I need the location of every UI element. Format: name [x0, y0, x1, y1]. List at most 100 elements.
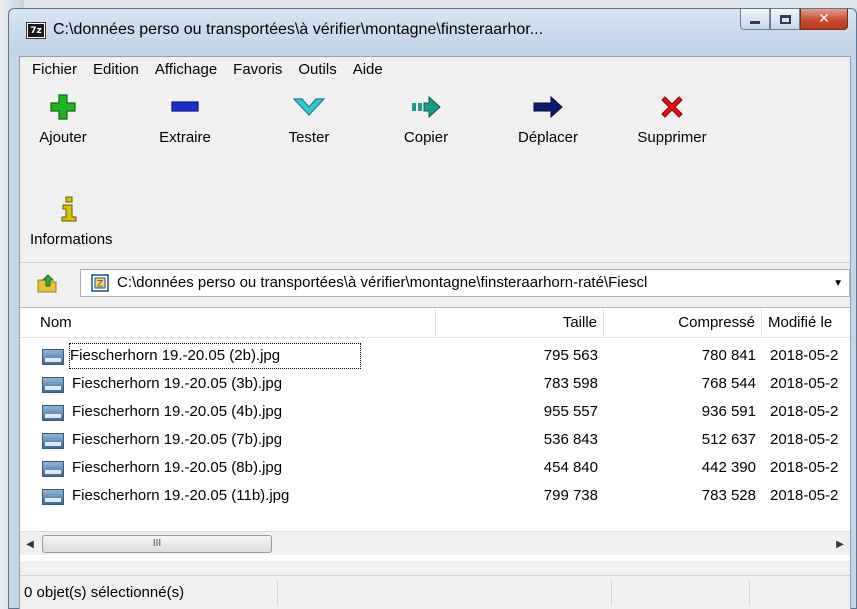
dropdown-arrow-icon[interactable]: ▼: [833, 278, 843, 289]
scrollbar-thumb[interactable]: III: [42, 535, 272, 553]
scroll-right-icon[interactable]: ▶: [830, 534, 850, 554]
parent-folder-button[interactable]: [36, 272, 58, 294]
path-combobox[interactable]: Z C:\données perso ou transportées\à vér…: [80, 269, 850, 297]
menu-affichage[interactable]: Affichage: [147, 57, 225, 83]
window-controls: ✕: [740, 9, 848, 31]
scroll-left-icon[interactable]: ◀: [20, 534, 40, 554]
app-7z-icon[interactable]: 7z: [26, 22, 46, 39]
minimize-button[interactable]: [740, 9, 770, 30]
window-title: C:\données perso ou transportées\à vérif…: [53, 21, 544, 38]
column-header-name[interactable]: Nom: [20, 308, 436, 338]
image-file-icon: [42, 433, 64, 449]
folder-up-icon: [37, 274, 57, 293]
file-size: 795 563: [543, 347, 598, 364]
svg-text:Z: Z: [97, 280, 103, 290]
add-label: Ajouter: [39, 129, 87, 146]
maximize-icon: [779, 14, 791, 24]
info-label: Informations: [30, 231, 113, 248]
title-bar[interactable]: 7z C:\données perso ou transportées\à vé…: [9, 9, 856, 55]
horizontal-scrollbar[interactable]: ◀ III ▶: [20, 531, 850, 555]
test-button[interactable]: Tester: [254, 90, 364, 146]
maximize-button[interactable]: [770, 9, 800, 30]
column-header-modified[interactable]: Modifié le: [762, 308, 852, 338]
column-header-size[interactable]: Taille: [436, 308, 604, 338]
test-label: Tester: [288, 129, 330, 146]
file-name: Fiescherhorn 19.-20.05 (11b).jpg: [72, 487, 290, 504]
toolbar: Ajouter Extraire Tester Copier Déplacer …: [20, 84, 850, 286]
file-name: Fiescherhorn 19.-20.05 (7b).jpg: [72, 431, 283, 448]
archive-path-icon: Z: [91, 274, 109, 292]
status-bar: 0 objet(s) sélectionné(s): [20, 575, 850, 609]
move-label: Déplacer: [517, 129, 579, 146]
close-icon: ✕: [818, 11, 830, 27]
file-packed: 768 544: [701, 375, 756, 392]
file-packed: 780 841: [701, 347, 756, 364]
desktop-background-top: [0, 0, 857, 8]
menu-favoris[interactable]: Favoris: [225, 57, 290, 83]
file-modified: 2018-05-2: [770, 431, 839, 448]
move-arrow-icon: [493, 90, 603, 124]
file-packed: 783 528: [701, 487, 756, 504]
client-area: Fichier Edition Affichage Favoris Outils…: [19, 56, 851, 609]
table-row[interactable]: Fiescherhorn 19.-20.05 (11b).jpg 799 738…: [20, 482, 850, 510]
extract-label: Extraire: [159, 129, 211, 146]
close-button[interactable]: ✕: [800, 9, 848, 30]
file-name: Fiescherhorn 19.-20.05 (3b).jpg: [72, 375, 283, 392]
file-size: 454 840: [543, 459, 598, 476]
image-file-icon: [42, 349, 64, 365]
add-button[interactable]: Ajouter: [8, 90, 118, 146]
image-file-icon: [42, 405, 64, 421]
file-size: 536 843: [543, 431, 598, 448]
file-packed: 512 637: [701, 431, 756, 448]
menu-edition[interactable]: Edition: [85, 57, 147, 83]
info-icon: [20, 192, 144, 226]
minus-icon: [130, 90, 240, 124]
menu-outils[interactable]: Outils: [290, 57, 344, 83]
plus-icon: [8, 90, 118, 124]
table-row[interactable]: Fiescherhorn 19.-20.05 (4b).jpg 955 557 …: [20, 398, 850, 426]
image-file-icon: [42, 489, 64, 505]
file-modified: 2018-05-2: [770, 347, 839, 364]
address-bar: Z C:\données perso ou transportées\à vér…: [20, 262, 850, 302]
path-text: C:\données perso ou transportées\à vérif…: [117, 274, 648, 291]
file-modified: 2018-05-2: [770, 459, 839, 476]
copy-button[interactable]: Copier: [371, 90, 481, 146]
file-modified: 2018-05-2: [770, 375, 839, 392]
check-chevron-icon: [254, 90, 364, 124]
image-file-icon: [42, 377, 64, 393]
file-name: Fiescherhorn 19.-20.05 (2b).jpg: [69, 343, 361, 369]
menu-fichier[interactable]: Fichier: [24, 57, 85, 83]
delete-x-icon: [617, 90, 727, 124]
copy-label: Copier: [403, 129, 449, 146]
list-header: Nom Taille Compressé Modifié le: [20, 308, 850, 338]
copy-arrow-icon: [371, 90, 481, 124]
table-row[interactable]: Fiescherhorn 19.-20.05 (8b).jpg 454 840 …: [20, 454, 850, 482]
file-packed: 936 591: [701, 403, 756, 420]
delete-label: Supprimer: [637, 129, 707, 146]
archive-window: 7z C:\données perso ou transportées\à vé…: [8, 8, 857, 609]
move-button[interactable]: Déplacer: [493, 90, 603, 146]
file-modified: 2018-05-2: [770, 487, 839, 504]
status-selection: 0 objet(s) sélectionné(s): [20, 580, 278, 606]
menu-bar: Fichier Edition Affichage Favoris Outils…: [20, 57, 850, 83]
file-list: Nom Taille Compressé Modifié le Fiescher…: [20, 307, 850, 561]
status-panel-3: [612, 580, 750, 606]
info-button[interactable]: Informations: [20, 192, 144, 248]
table-row[interactable]: Fiescherhorn 19.-20.05 (7b).jpg 536 843 …: [20, 426, 850, 454]
menu-aide[interactable]: Aide: [345, 57, 391, 83]
file-packed: 442 390: [701, 459, 756, 476]
column-header-packed[interactable]: Compressé: [604, 308, 762, 338]
table-row[interactable]: Fiescherhorn 19.-20.05 (2b).jpg 795 563 …: [20, 342, 850, 370]
extract-button[interactable]: Extraire: [130, 90, 240, 146]
file-size: 783 598: [543, 375, 598, 392]
file-size: 799 738: [543, 487, 598, 504]
file-name: Fiescherhorn 19.-20.05 (8b).jpg: [72, 459, 283, 476]
image-file-icon: [42, 461, 64, 477]
status-panel-2: [278, 580, 612, 606]
file-modified: 2018-05-2: [770, 403, 839, 420]
delete-button[interactable]: Supprimer: [617, 90, 727, 146]
minimize-icon: [750, 20, 760, 24]
file-name: Fiescherhorn 19.-20.05 (4b).jpg: [72, 403, 283, 420]
table-row[interactable]: Fiescherhorn 19.-20.05 (3b).jpg 783 598 …: [20, 370, 850, 398]
file-size: 955 557: [543, 403, 598, 420]
